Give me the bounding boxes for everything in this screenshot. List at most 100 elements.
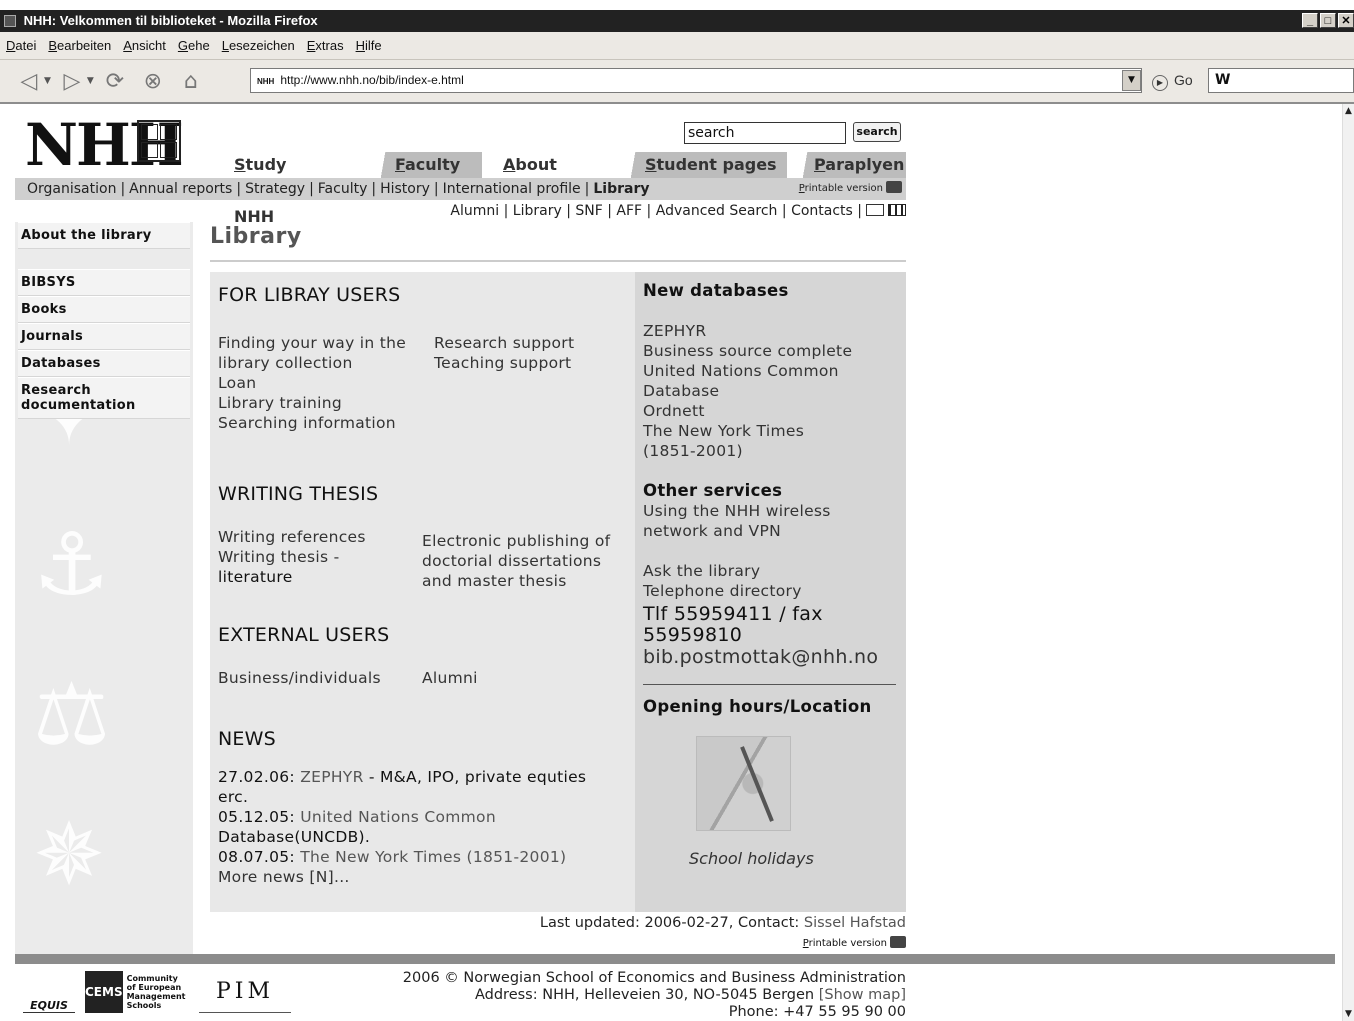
- db-link-zephyr[interactable]: ZEPHYR: [643, 321, 706, 341]
- menu-ansicht[interactable]: Ansicht: [123, 38, 166, 53]
- link-telephone-directory[interactable]: Telephone directory: [643, 581, 802, 601]
- nav-annual-reports[interactable]: Annual reports: [129, 181, 232, 197]
- link-library-training[interactable]: Library training: [218, 393, 342, 413]
- link-wireless-vpn[interactable]: Using the NHH wireless network and VPN: [643, 501, 873, 541]
- url-bar[interactable]: NHH http://www.nhh.no/bib/index-e.html: [250, 68, 1142, 93]
- sidebar-item-research-documentation[interactable]: Research documentation: [18, 377, 190, 419]
- nav-library[interactable]: Library: [593, 181, 649, 197]
- site-search-button[interactable]: search: [853, 122, 901, 142]
- school-holidays-link[interactable]: School holidays: [689, 849, 814, 868]
- new-databases-heading: New databases: [643, 281, 789, 300]
- window-title: NHH: Velkommen til biblioteket - Mozilla…: [23, 13, 318, 28]
- contact-link[interactable]: Sissel Hafstad: [804, 915, 906, 931]
- link-alumni[interactable]: Alumni: [422, 668, 478, 688]
- tab-faculty[interactable]: Faculty: [365, 152, 482, 178]
- url-dropdown-icon[interactable]: ▼: [1122, 70, 1141, 91]
- vertical-scrollbar[interactable]: ▲ ▼: [1342, 104, 1354, 1021]
- link-finding-your-way[interactable]: Finding your way in the library collecti…: [218, 333, 423, 373]
- nav-strategy[interactable]: Strategy: [245, 181, 305, 197]
- go-icon: ▶: [1152, 75, 1168, 91]
- forward-icon[interactable]: ▷: [57, 66, 87, 96]
- site-search-input[interactable]: search: [684, 122, 846, 144]
- db-link-business-source[interactable]: Business source complete: [643, 341, 852, 361]
- link-business-individuals[interactable]: Business/individuals: [218, 668, 381, 688]
- email-link[interactable]: bib.postmottak@nhh.no: [643, 647, 878, 668]
- grid-view-icon[interactable]: [888, 204, 906, 216]
- link-searching-information[interactable]: Searching information: [218, 413, 396, 433]
- printable-version-link-bottom[interactable]: Printable version: [803, 936, 906, 949]
- nav-faculty[interactable]: Faculty: [318, 181, 368, 197]
- db-link-ordnett[interactable]: Ordnett: [643, 401, 705, 421]
- scroll-up-icon[interactable]: ▲: [1345, 106, 1352, 116]
- link-research-support[interactable]: Research support: [434, 333, 574, 353]
- reload-icon[interactable]: ⟳: [100, 66, 130, 96]
- news-link-nyt[interactable]: The New York Times (1851-2001): [300, 848, 566, 866]
- go-button[interactable]: ▶ Go: [1152, 72, 1193, 91]
- nav-snf[interactable]: SNF: [575, 203, 602, 219]
- cems-mark: CEMS: [85, 971, 123, 1013]
- news-link-uncdb[interactable]: United Nations Common: [300, 808, 496, 826]
- sidebar-item-databases[interactable]: Databases: [18, 350, 190, 377]
- minimize-button[interactable]: _: [1302, 13, 1318, 28]
- maximize-button[interactable]: □: [1320, 13, 1336, 28]
- more-news-link[interactable]: More news [N]...: [218, 867, 350, 887]
- scroll-down-icon[interactable]: ▼: [1345, 1009, 1352, 1019]
- nav-advanced-search[interactable]: Advanced Search: [656, 203, 778, 219]
- browser-search-box[interactable]: W: [1208, 68, 1354, 93]
- link-teaching-support[interactable]: Teaching support: [434, 353, 571, 373]
- db-link-nyt[interactable]: The New York Times (1851-2001): [643, 421, 833, 461]
- nav-contacts[interactable]: Contacts: [791, 203, 853, 219]
- sidebar-item-bibsys[interactable]: BIBSYS: [18, 269, 190, 296]
- nav-history[interactable]: History: [380, 181, 430, 197]
- tab-student-pages[interactable]: Student pages: [615, 152, 787, 178]
- back-icon[interactable]: ◁: [14, 66, 44, 96]
- menu-bearbeiten[interactable]: Bearbeiten: [48, 38, 111, 53]
- utility-navigation: Alumni | Library | SNF | AFF | Advanced …: [450, 200, 906, 222]
- show-map-link[interactable]: [Show map]: [819, 987, 906, 1003]
- link-literature[interactable]: literature: [218, 567, 293, 587]
- firefox-icon: [4, 15, 16, 27]
- cems-logo[interactable]: CEMS Community of European Management Sc…: [85, 971, 189, 1013]
- contact-phone-fax: Tlf 55959411 / fax 55959810: [643, 603, 823, 646]
- link-electronic-publishing[interactable]: Electronic publishing of doctorial disse…: [422, 531, 622, 591]
- section-head-library-users: FOR LIBRAY USERS: [218, 284, 401, 306]
- menu-extras[interactable]: Extras: [307, 38, 344, 53]
- menu-bar: Datei Bearbeiten Ansicht Gehe Lesezeiche…: [0, 32, 1354, 60]
- link-loan[interactable]: Loan: [218, 373, 256, 393]
- footer-address: 2006 © Norwegian School of Economics and…: [403, 970, 906, 1021]
- db-link-uncdb[interactable]: United Nations Common Database: [643, 361, 883, 401]
- back-dropdown-icon[interactable]: ▼: [44, 76, 51, 86]
- last-updated: Last updated: 2006-02-27, Contact: Sisse…: [540, 915, 906, 931]
- copyright: 2006 © Norwegian School of Economics and…: [402, 970, 906, 986]
- news-date: 27.02.06:: [218, 768, 295, 786]
- nav2-library[interactable]: Library: [513, 203, 562, 219]
- pim-logo[interactable]: PIM: [199, 971, 291, 1013]
- forward-dropdown-icon[interactable]: ▼: [87, 76, 94, 86]
- stop-icon[interactable]: ⊗: [138, 66, 168, 96]
- nav-aff[interactable]: AFF: [616, 203, 642, 219]
- nav-international-profile[interactable]: International profile: [443, 181, 581, 197]
- link-writing-thesis[interactable]: Writing thesis -: [218, 547, 340, 567]
- nav-organisation[interactable]: Organisation: [27, 181, 116, 197]
- section-head-external-users: EXTERNAL USERS: [218, 624, 390, 646]
- nav-alumni[interactable]: Alumni: [450, 203, 499, 219]
- printable-version-link[interactable]: Printable version: [799, 178, 902, 200]
- menu-hilfe[interactable]: Hilfe: [356, 38, 382, 53]
- news-link-zephyr[interactable]: ZEPHYR: [300, 768, 363, 786]
- menu-gehe[interactable]: Gehe: [178, 38, 210, 53]
- sidebar-item-about[interactable]: About the library: [18, 222, 190, 249]
- close-button[interactable]: ✕: [1338, 13, 1354, 28]
- tab-study[interactable]: Study at NHH: [234, 152, 286, 226]
- sitemap-icon[interactable]: [866, 204, 884, 216]
- tab-paraplyen[interactable]: Paraplyen: [787, 152, 906, 178]
- opening-hours-heading[interactable]: Opening hours/Location: [643, 697, 872, 716]
- menu-datei[interactable]: Datei: [6, 38, 36, 53]
- sidebar-item-books[interactable]: Books: [18, 296, 190, 323]
- equis-logo[interactable]: EQUIS: [23, 971, 75, 1013]
- menu-lesezeichen[interactable]: Lesezeichen: [222, 38, 295, 53]
- link-ask-the-library[interactable]: Ask the library: [643, 561, 760, 581]
- home-icon[interactable]: ⌂: [176, 66, 206, 96]
- tab-about[interactable]: About NHH: [503, 152, 557, 200]
- link-writing-references[interactable]: Writing references: [218, 527, 366, 547]
- sidebar-item-journals[interactable]: Journals: [18, 323, 190, 350]
